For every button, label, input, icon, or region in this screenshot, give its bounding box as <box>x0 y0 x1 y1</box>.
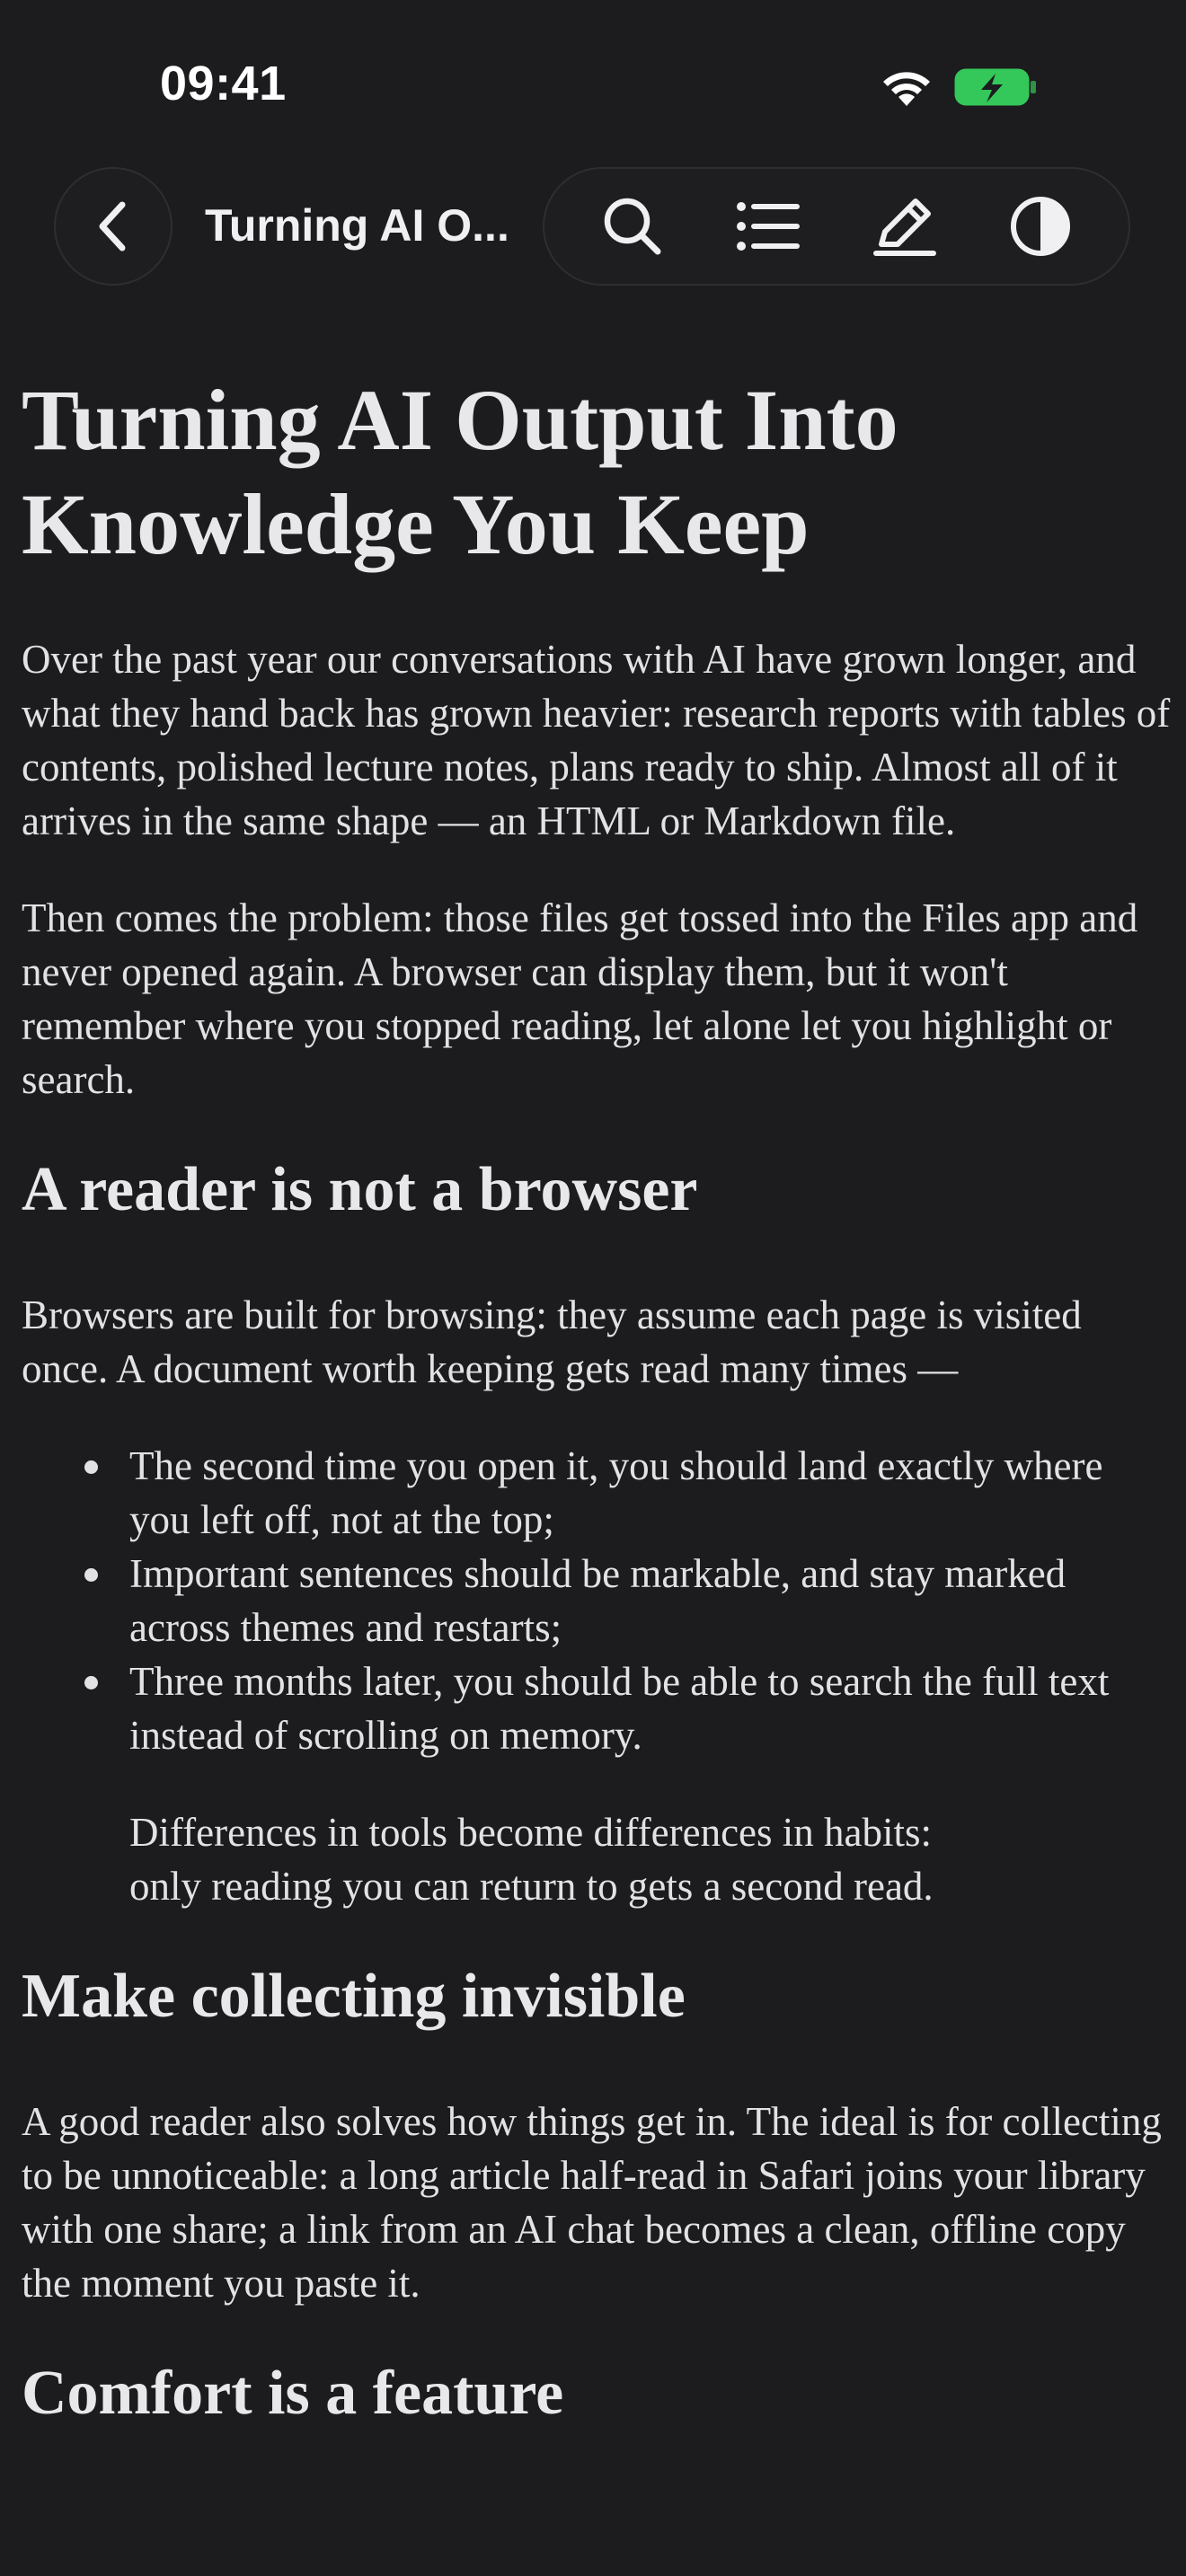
list-item: Important sentences should be markable, … <box>84 1547 1172 1654</box>
paragraph: A good reader also solves how things get… <box>22 2099 1162 2306</box>
paragraph: Over the past year our conversations wit… <box>22 637 1171 843</box>
reader-toolbar: Turning AI O... <box>0 167 1186 286</box>
search-button[interactable] <box>579 172 686 280</box>
highlight-button[interactable] <box>851 172 959 280</box>
paragraph: Then comes the problem: those files get … <box>22 895 1138 1102</box>
list-icon <box>737 202 801 251</box>
battery-charging-icon <box>954 68 1036 106</box>
section-heading: Comfort is a feature <box>22 2359 564 2428</box>
article-content: Turning AI Output Into Knowledge You Kee… <box>22 368 1172 2492</box>
paragraph: Browsers are built for browsing: they as… <box>22 1292 1082 1391</box>
section-heading: Make collecting invisible <box>22 1962 686 2031</box>
indented-note: Differences in tools become differences … <box>129 1805 1172 1913</box>
article-title: Turning AI Output Into Knowledge You Kee… <box>22 372 898 572</box>
status-time: 09:41 <box>160 57 287 110</box>
section-heading: A reader is not a browser <box>22 1155 698 1224</box>
note-line: Differences in tools become differences … <box>129 1810 933 1855</box>
note-line: only reading you can return to gets a se… <box>129 1864 934 1909</box>
back-button[interactable] <box>54 167 173 286</box>
list-item: The second time you open it, you should … <box>84 1439 1172 1547</box>
back-icon <box>99 201 126 251</box>
bullet-list: The second time you open it, you should … <box>84 1439 1172 1762</box>
status-bar: 09:41 <box>0 0 1186 171</box>
table-of-contents-button[interactable] <box>714 172 822 280</box>
theme-toggle-button[interactable] <box>987 172 1094 280</box>
document-title: Turning AI O... <box>205 200 509 251</box>
toolbar-actions <box>543 167 1130 286</box>
wifi-icon <box>883 72 930 106</box>
search-icon <box>604 198 661 255</box>
list-item: Three months later, you should be able t… <box>84 1654 1172 1762</box>
pencil-icon <box>872 198 936 256</box>
contrast-icon <box>1011 197 1071 256</box>
